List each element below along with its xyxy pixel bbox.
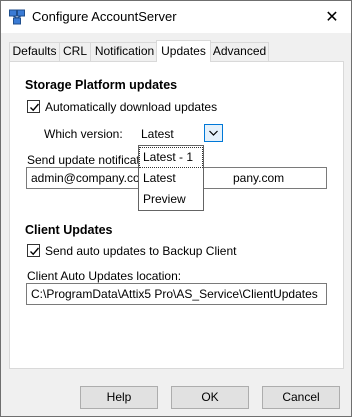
client-location-value: C:\ProgramData\Attix5 Pro\AS_Service\Cli… xyxy=(31,287,318,301)
checkmark-icon xyxy=(30,247,40,256)
tab-label: Updates xyxy=(161,44,206,58)
tab-label: Advanced xyxy=(212,44,267,58)
send-auto-updates-label: Send auto updates to Backup Client xyxy=(45,244,237,258)
client-location-input[interactable]: C:\ProgramData\Attix5 Pro\AS_Service\Cli… xyxy=(26,283,327,305)
dropdown-option-preview[interactable]: Preview xyxy=(139,189,203,210)
send-auto-updates-checkbox[interactable] xyxy=(27,244,40,257)
close-button[interactable]: ✕ xyxy=(317,5,347,29)
ok-button[interactable]: OK xyxy=(171,386,249,409)
combo-dropdown-button[interactable] xyxy=(204,124,223,142)
which-version-label: Which version: xyxy=(44,127,123,141)
send-notification-label: Send update notificatio xyxy=(27,153,150,167)
version-dropdown-list: Latest - 1 Latest Preview xyxy=(138,145,204,211)
storage-section-title: Storage Platform updates xyxy=(25,78,178,92)
notification-value-left: admin@company.com; xyxy=(31,171,154,185)
auto-download-label: Automatically download updates xyxy=(45,100,218,114)
dropdown-option-latest[interactable]: Latest xyxy=(139,168,203,189)
close-icon: ✕ xyxy=(325,9,339,26)
ok-button-label: OK xyxy=(201,390,219,404)
tab-label: CRL xyxy=(62,44,87,58)
auto-download-checkbox[interactable] xyxy=(27,100,40,113)
notification-value-right: pany.com xyxy=(233,171,285,185)
which-version-value: Latest xyxy=(141,127,174,141)
cancel-button-label: Cancel xyxy=(282,390,320,404)
tab-crl[interactable]: CRL xyxy=(59,42,91,61)
window-title: Configure AccountServer xyxy=(32,9,177,24)
chevron-down-icon xyxy=(209,130,218,136)
dropdown-option-latest-1[interactable]: Latest - 1 xyxy=(139,147,203,168)
cancel-button[interactable]: Cancel xyxy=(262,386,340,409)
help-button-label: Help xyxy=(106,390,132,404)
network-server-icon xyxy=(9,9,25,25)
configure-dialog: Configure AccountServer ✕ Defaults CRL N… xyxy=(0,0,352,417)
tab-label: Notification xyxy=(94,44,155,58)
checkmark-icon xyxy=(30,103,40,112)
help-button[interactable]: Help xyxy=(80,386,158,409)
tab-strip: Defaults CRL Notification Updates Advanc… xyxy=(9,40,345,62)
which-version-combo[interactable]: Latest xyxy=(137,121,223,145)
tab-advanced[interactable]: Advanced xyxy=(210,42,269,61)
tab-updates[interactable]: Updates xyxy=(156,40,211,62)
tab-notification[interactable]: Notification xyxy=(90,42,159,61)
client-section-title: Client Updates xyxy=(25,223,113,237)
client-location-label: Client Auto Updates location: xyxy=(27,269,182,283)
title-bar: Configure AccountServer ✕ xyxy=(1,1,351,33)
tab-label: Defaults xyxy=(12,44,57,58)
tab-defaults[interactable]: Defaults xyxy=(9,42,60,61)
